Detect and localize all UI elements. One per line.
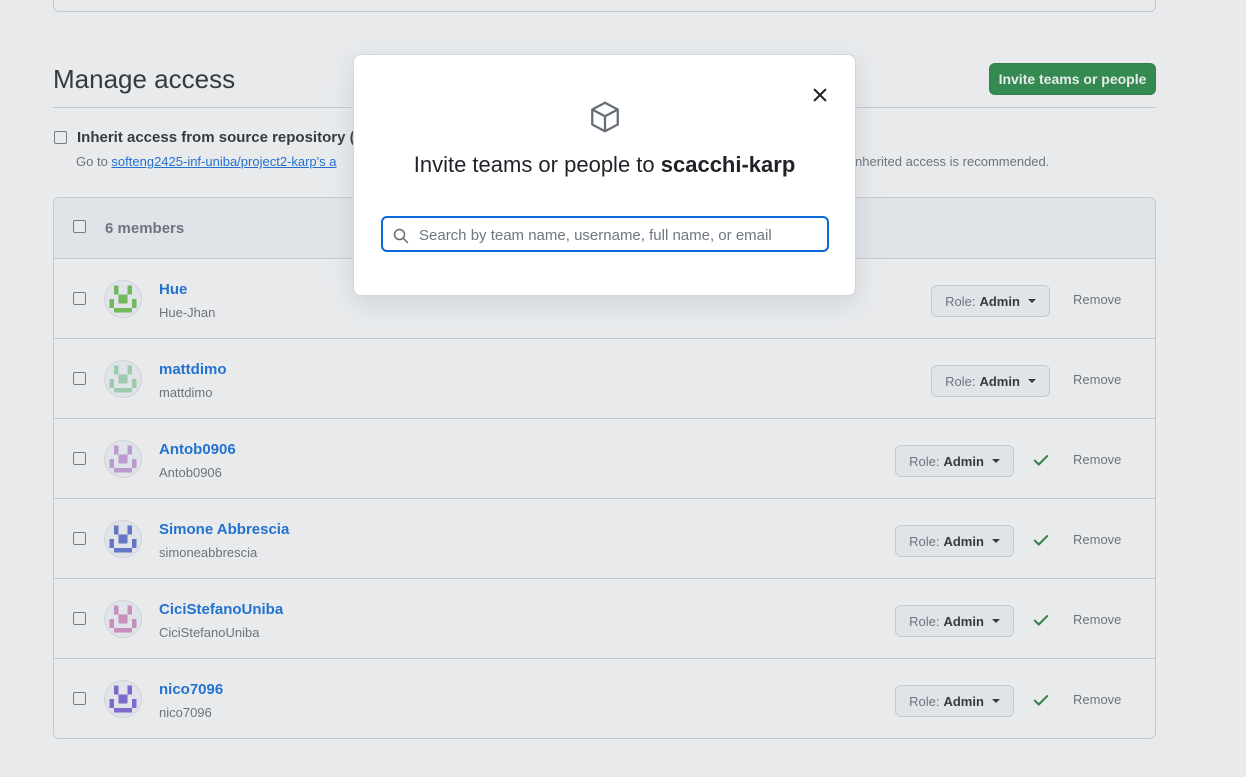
dialog-title: Invite teams or people to scacchi-karp (354, 152, 855, 178)
dialog-repo-name: scacchi-karp (660, 152, 796, 177)
invite-search-box (381, 216, 829, 252)
package-icon (591, 101, 619, 133)
invite-search-input[interactable] (417, 218, 821, 252)
dialog-title-prefix: Invite teams or people to (413, 152, 661, 177)
manage-access-page: Manage access Invite teams or people Inh… (0, 0, 1246, 777)
search-icon (393, 228, 409, 244)
invite-dialog: Invite teams or people to scacchi-karp (353, 54, 856, 296)
close-icon[interactable] (810, 85, 830, 105)
